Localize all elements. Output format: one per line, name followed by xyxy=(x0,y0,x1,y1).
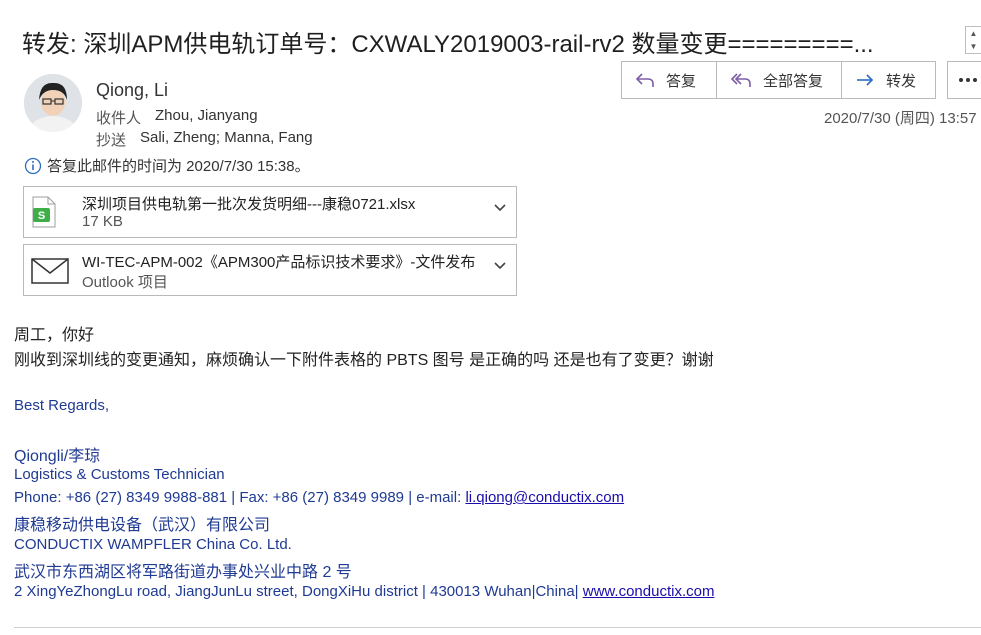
scroll-up-icon[interactable]: ▲ xyxy=(966,27,981,40)
reply-all-icon xyxy=(730,73,751,87)
avatar[interactable] xyxy=(24,74,82,132)
chevron-down-icon[interactable] xyxy=(493,203,507,213)
reply-info-text: 答复此邮件的时间为 2020/7/30 15:38。 xyxy=(47,158,310,175)
more-options-button[interactable] xyxy=(947,61,981,99)
attachment-type: Outlook 项目 xyxy=(82,274,168,291)
website-link[interactable]: www.conductix.com xyxy=(583,583,715,600)
sender-name[interactable]: Qiong, Li xyxy=(96,80,168,101)
info-icon xyxy=(24,157,42,174)
attachment-outlook-item[interactable]: WI-TEC-APM-002《APM300产品标识技术要求》-文件发布 Outl… xyxy=(23,244,517,296)
forward-button[interactable]: 转发 xyxy=(841,61,936,99)
signature-name: Qiongli/李琼 xyxy=(14,448,101,465)
reply-icon xyxy=(635,73,654,87)
address-en-line: 2 XingYeZhongLu road, JiangJunLu street,… xyxy=(14,583,714,600)
reply-all-button[interactable]: 全部答复 xyxy=(716,61,842,99)
reply-label: 答复 xyxy=(666,72,697,90)
cc-recipients[interactable]: Sali, Zheng; Manna, Fang xyxy=(140,129,313,146)
signature-contact: Phone: +86 (27) 8349 9988-881 | Fax: +86… xyxy=(14,489,624,506)
body-line: 刚收到深圳线的变更通知，麻烦确认一下附件表格的 PBTS 图号 是正确的吗 还是… xyxy=(14,352,714,369)
attachment-name: 深圳项目供电轨第一批次发货明细---康稳0721.xlsx xyxy=(82,196,416,213)
action-toolbar: 答复 全部答复 转发 xyxy=(621,61,936,99)
greeting: 周工，你好 xyxy=(14,327,95,344)
forward-label: 转发 xyxy=(886,72,917,90)
reply-all-label: 全部答复 xyxy=(763,72,824,90)
company-en: CONDUCTIX WAMPFLER China Co. Ltd. xyxy=(14,536,292,553)
reply-button[interactable]: 答复 xyxy=(621,61,717,99)
chevron-down-icon[interactable] xyxy=(493,261,507,271)
email-subject: 转发: 深圳APM供电轨订单号：CXWALY2019003-rail-rv2 数… xyxy=(22,31,874,58)
to-label: 收件人 xyxy=(96,110,142,127)
envelope-icon xyxy=(31,258,69,284)
signature-title: Logistics & Customs Technician xyxy=(14,466,225,483)
sent-date: 2020/7/30 (周四) 13:57 xyxy=(824,110,977,127)
email-link[interactable]: li.qiong@conductix.com xyxy=(465,489,624,506)
forward-arrow-icon xyxy=(857,74,874,86)
to-recipients[interactable]: Zhou, Jianyang xyxy=(155,107,258,124)
attachment-size: 17 KB xyxy=(82,213,123,230)
reply-info-bar: 答复此邮件的时间为 2020/7/30 15:38。 xyxy=(24,155,310,176)
svg-text:S: S xyxy=(38,210,45,222)
phone-fax-text: Phone: +86 (27) 8349 9988-881 | Fax: +86… xyxy=(14,489,466,506)
more-dots-icon xyxy=(959,78,977,82)
subject-scroll[interactable]: ▲ ▼ xyxy=(965,26,981,54)
excel-icon: S xyxy=(32,196,56,228)
cc-label: 抄送 xyxy=(96,132,127,149)
signature-regards: Best Regards, xyxy=(14,397,110,414)
attachment-excel[interactable]: S 深圳项目供电轨第一批次发货明细---康稳0721.xlsx 17 KB xyxy=(23,186,517,238)
attachment-name: WI-TEC-APM-002《APM300产品标识技术要求》-文件发布 xyxy=(82,254,476,271)
company-cn: 康稳移动供电设备（武汉）有限公司 xyxy=(14,517,271,534)
address-cn: 武汉市东西湖区将军路街道办事处兴业中路 2 号 xyxy=(14,564,352,581)
divider xyxy=(14,627,981,628)
scroll-down-icon[interactable]: ▼ xyxy=(966,40,981,53)
address-en: 2 XingYeZhongLu road, JiangJunLu street,… xyxy=(14,583,583,600)
